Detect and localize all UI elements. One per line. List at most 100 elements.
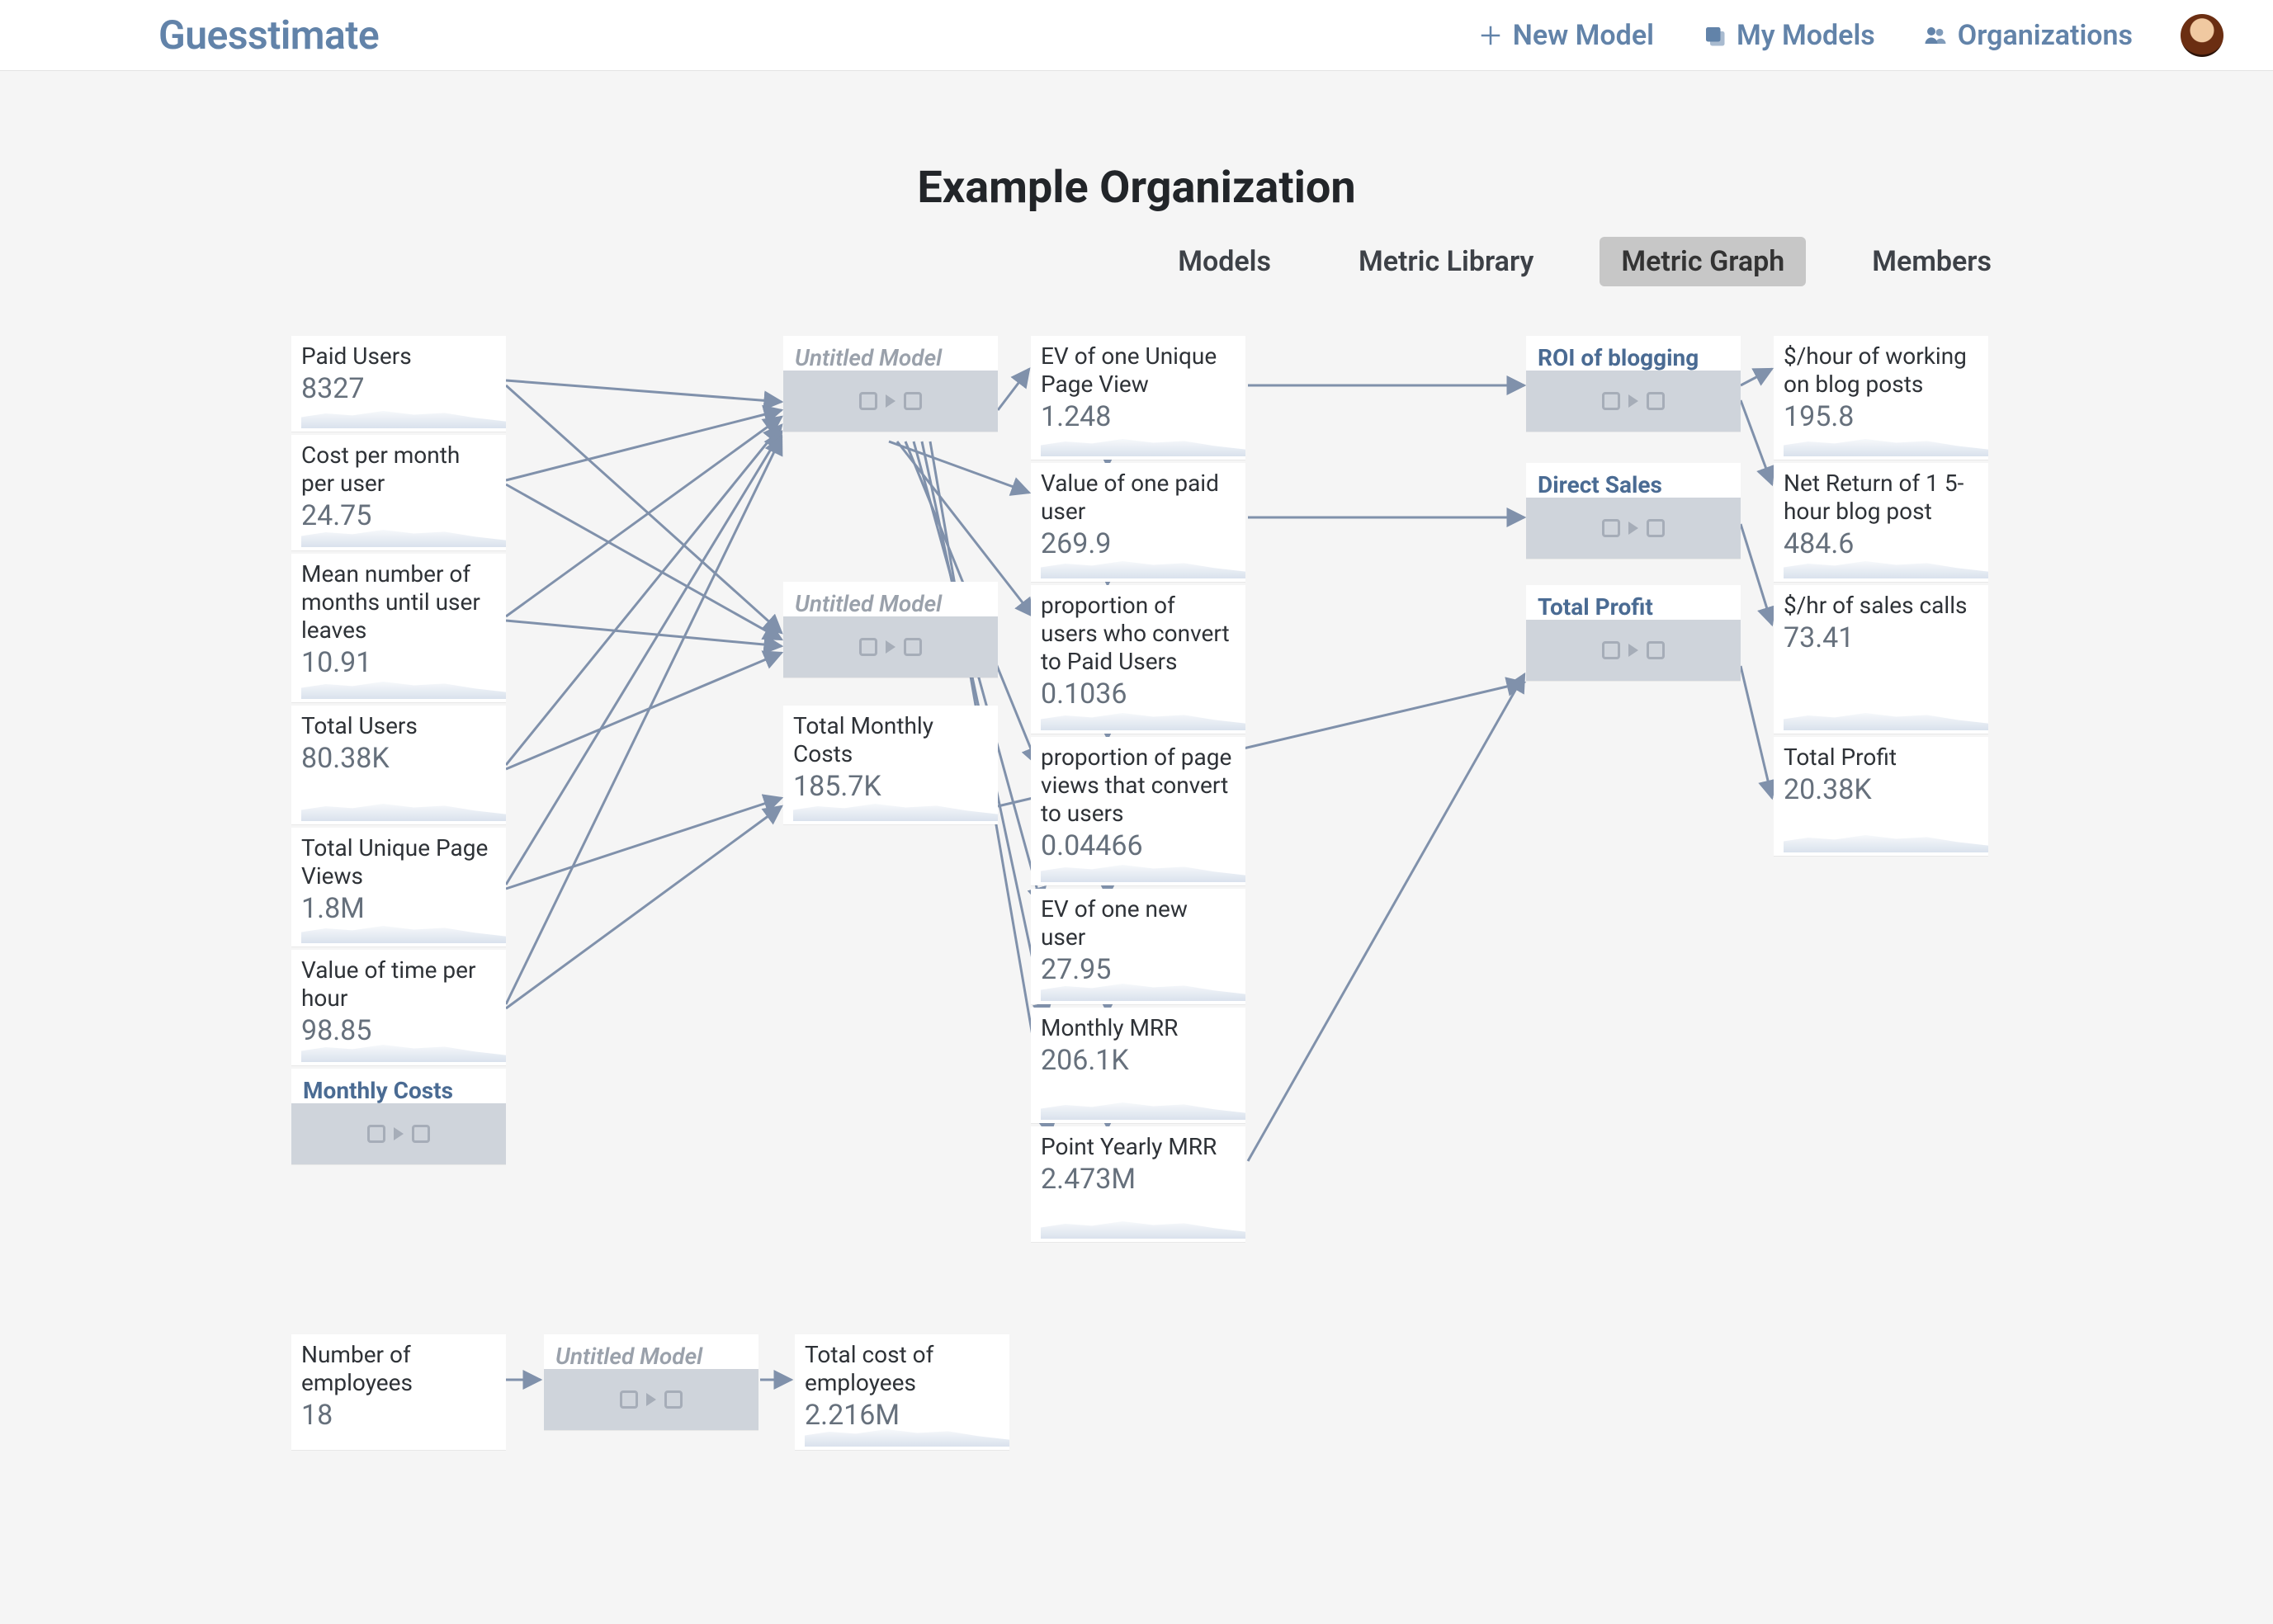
node-num-employees[interactable]: Number of employees 18 — [291, 1334, 506, 1450]
node-untitled-bottom[interactable]: Untitled Model — [544, 1334, 758, 1430]
node-label: $/hr of sales calls — [1784, 592, 1978, 620]
node-value: 0.1036 — [1041, 677, 1236, 710]
metric-graph-canvas[interactable]: Paid Users 8327 Cost per month per user … — [286, 336, 1987, 1524]
node-mean-months[interactable]: Mean number of months until user leaves … — [291, 554, 506, 702]
model-thumb — [1526, 620, 1741, 681]
node-value: 8327 — [301, 372, 496, 405]
sparkline — [1041, 1214, 1245, 1239]
new-model-label: New Model — [1513, 19, 1654, 52]
node-label: Total Unique Page Views — [301, 834, 496, 890]
node-value: 73.41 — [1784, 621, 1978, 654]
model-thumb — [1526, 498, 1741, 559]
node-value: 1.248 — [1041, 400, 1236, 433]
node-label: Total Profit — [1784, 744, 1978, 772]
node-label: EV of one new user — [1041, 895, 1236, 951]
sparkline — [1041, 432, 1245, 456]
node-total-profit-model[interactable]: Total Profit — [1526, 585, 1741, 681]
node-untitled-mid[interactable]: Untitled Model — [783, 582, 998, 677]
node-dollars-hr-blog[interactable]: $/hour of working on blog posts 195.8 — [1774, 336, 1988, 460]
node-value: 0.04466 — [1041, 829, 1236, 862]
node-label: Cost per month per user — [301, 441, 496, 498]
node-net-return-blog[interactable]: Net Return of 1 5-hour blog post 484.6 — [1774, 463, 1988, 582]
model-thumb — [1526, 371, 1741, 432]
model-title: Untitled Model — [783, 336, 998, 371]
node-direct-sales[interactable]: Direct Sales — [1526, 463, 1741, 559]
node-value: 206.1K — [1041, 1044, 1236, 1077]
node-label: Value of time per hour — [301, 956, 496, 1013]
node-value-time[interactable]: Value of time per hour 98.85 — [291, 950, 506, 1065]
node-label: proportion of users who convert to Paid … — [1041, 592, 1236, 676]
node-label: $/hour of working on blog posts — [1784, 342, 1978, 399]
node-ev-unique-pv[interactable]: EV of one Unique Page View 1.248 — [1031, 336, 1245, 460]
node-label: Net Return of 1 5-hour blog post — [1784, 470, 1978, 526]
page-title: Example Organization — [0, 162, 2273, 214]
node-label: Total Monthly Costs — [793, 712, 988, 768]
node-value-paid-user[interactable]: Value of one paid user 269.9 — [1031, 463, 1245, 582]
model-title: Untitled Model — [783, 582, 998, 616]
tab-models[interactable]: Models — [1156, 237, 1292, 286]
my-models-link[interactable]: My Models — [1702, 19, 1875, 52]
node-prop-convert-paid[interactable]: proportion of users who convert to Paid … — [1031, 585, 1245, 734]
sparkline — [1784, 706, 1988, 730]
node-value: 2.216M — [805, 1399, 999, 1432]
node-prop-pv-to-users[interactable]: proportion of page views that convert to… — [1031, 737, 1245, 885]
user-avatar[interactable] — [2181, 14, 2223, 57]
node-value: 27.95 — [1041, 953, 1236, 986]
model-title: ROI of blogging — [1526, 336, 1741, 371]
node-value: 2.473M — [1041, 1163, 1236, 1196]
node-total-users[interactable]: Total Users 80.38K — [291, 706, 506, 824]
plus-icon — [1478, 23, 1503, 48]
node-label: proportion of page views that convert to… — [1041, 744, 1236, 828]
node-unique-pv[interactable]: Total Unique Page Views 1.8M — [291, 828, 506, 947]
node-total-profit[interactable]: Total Profit 20.38K — [1774, 737, 1988, 856]
tab-metric-library[interactable]: Metric Library — [1337, 237, 1555, 286]
model-title: Untitled Model — [544, 1334, 758, 1369]
node-label: Mean number of months until user leaves — [301, 560, 496, 644]
node-value: 484.6 — [1784, 527, 1978, 560]
node-roi-blogging[interactable]: ROI of blogging — [1526, 336, 1741, 432]
node-label: Point Yearly MRR — [1041, 1133, 1236, 1161]
node-dollars-hr-sales[interactable]: $/hr of sales calls 73.41 — [1774, 585, 1988, 734]
model-title: Direct Sales — [1526, 463, 1741, 498]
node-label: Value of one paid user — [1041, 470, 1236, 526]
brand-logo[interactable]: Guesstimate — [158, 12, 379, 59]
node-monthly-costs-model[interactable]: Monthly Costs — [291, 1069, 506, 1164]
node-untitled-top[interactable]: Untitled Model — [783, 336, 998, 432]
tab-metric-graph[interactable]: Metric Graph — [1600, 237, 1806, 286]
node-cost-per-month[interactable]: Cost per month per user 24.75 — [291, 435, 506, 550]
model-title: Total Profit — [1526, 585, 1741, 620]
node-paid-users[interactable]: Paid Users 8327 — [291, 336, 506, 432]
node-total-monthly-costs[interactable]: Total Monthly Costs 185.7K — [783, 706, 998, 824]
tab-members[interactable]: Members — [1850, 237, 2013, 286]
organizations-link[interactable]: Organizations — [1923, 19, 2133, 52]
model-thumb — [291, 1103, 506, 1164]
node-label: EV of one Unique Page View — [1041, 342, 1236, 399]
model-thumb — [783, 616, 998, 677]
people-icon — [1923, 23, 1948, 48]
node-value: 18 — [301, 1399, 496, 1432]
node-value: 98.85 — [301, 1014, 496, 1047]
node-value: 10.91 — [301, 646, 496, 679]
node-total-cost-employees[interactable]: Total cost of employees 2.216M — [795, 1334, 1009, 1450]
node-ev-new-user[interactable]: EV of one new user 27.95 — [1031, 889, 1245, 1004]
model-title: Monthly Costs — [291, 1069, 506, 1103]
node-yearly-mrr[interactable]: Point Yearly MRR 2.473M — [1031, 1126, 1245, 1242]
node-value: 24.75 — [301, 499, 496, 532]
my-models-label: My Models — [1737, 19, 1875, 52]
new-model-link[interactable]: New Model — [1478, 19, 1654, 52]
node-value: 80.38K — [301, 742, 496, 775]
sparkline — [1784, 828, 1988, 852]
node-value: 1.8M — [301, 892, 496, 925]
node-label: Total Users — [301, 712, 496, 740]
node-label: Total cost of employees — [805, 1341, 999, 1397]
node-value: 185.7K — [793, 770, 988, 803]
models-icon — [1702, 23, 1727, 48]
sparkline — [1784, 432, 1988, 456]
node-label: Number of employees — [301, 1341, 496, 1397]
node-value: 20.38K — [1784, 773, 1978, 806]
node-value: 269.9 — [1041, 527, 1236, 560]
sparkline — [301, 404, 506, 428]
node-monthly-mrr[interactable]: Monthly MRR 206.1K — [1031, 1008, 1245, 1123]
node-label: Paid Users — [301, 342, 496, 371]
org-tabs: Models Metric Library Metric Graph Membe… — [88, 237, 2185, 286]
